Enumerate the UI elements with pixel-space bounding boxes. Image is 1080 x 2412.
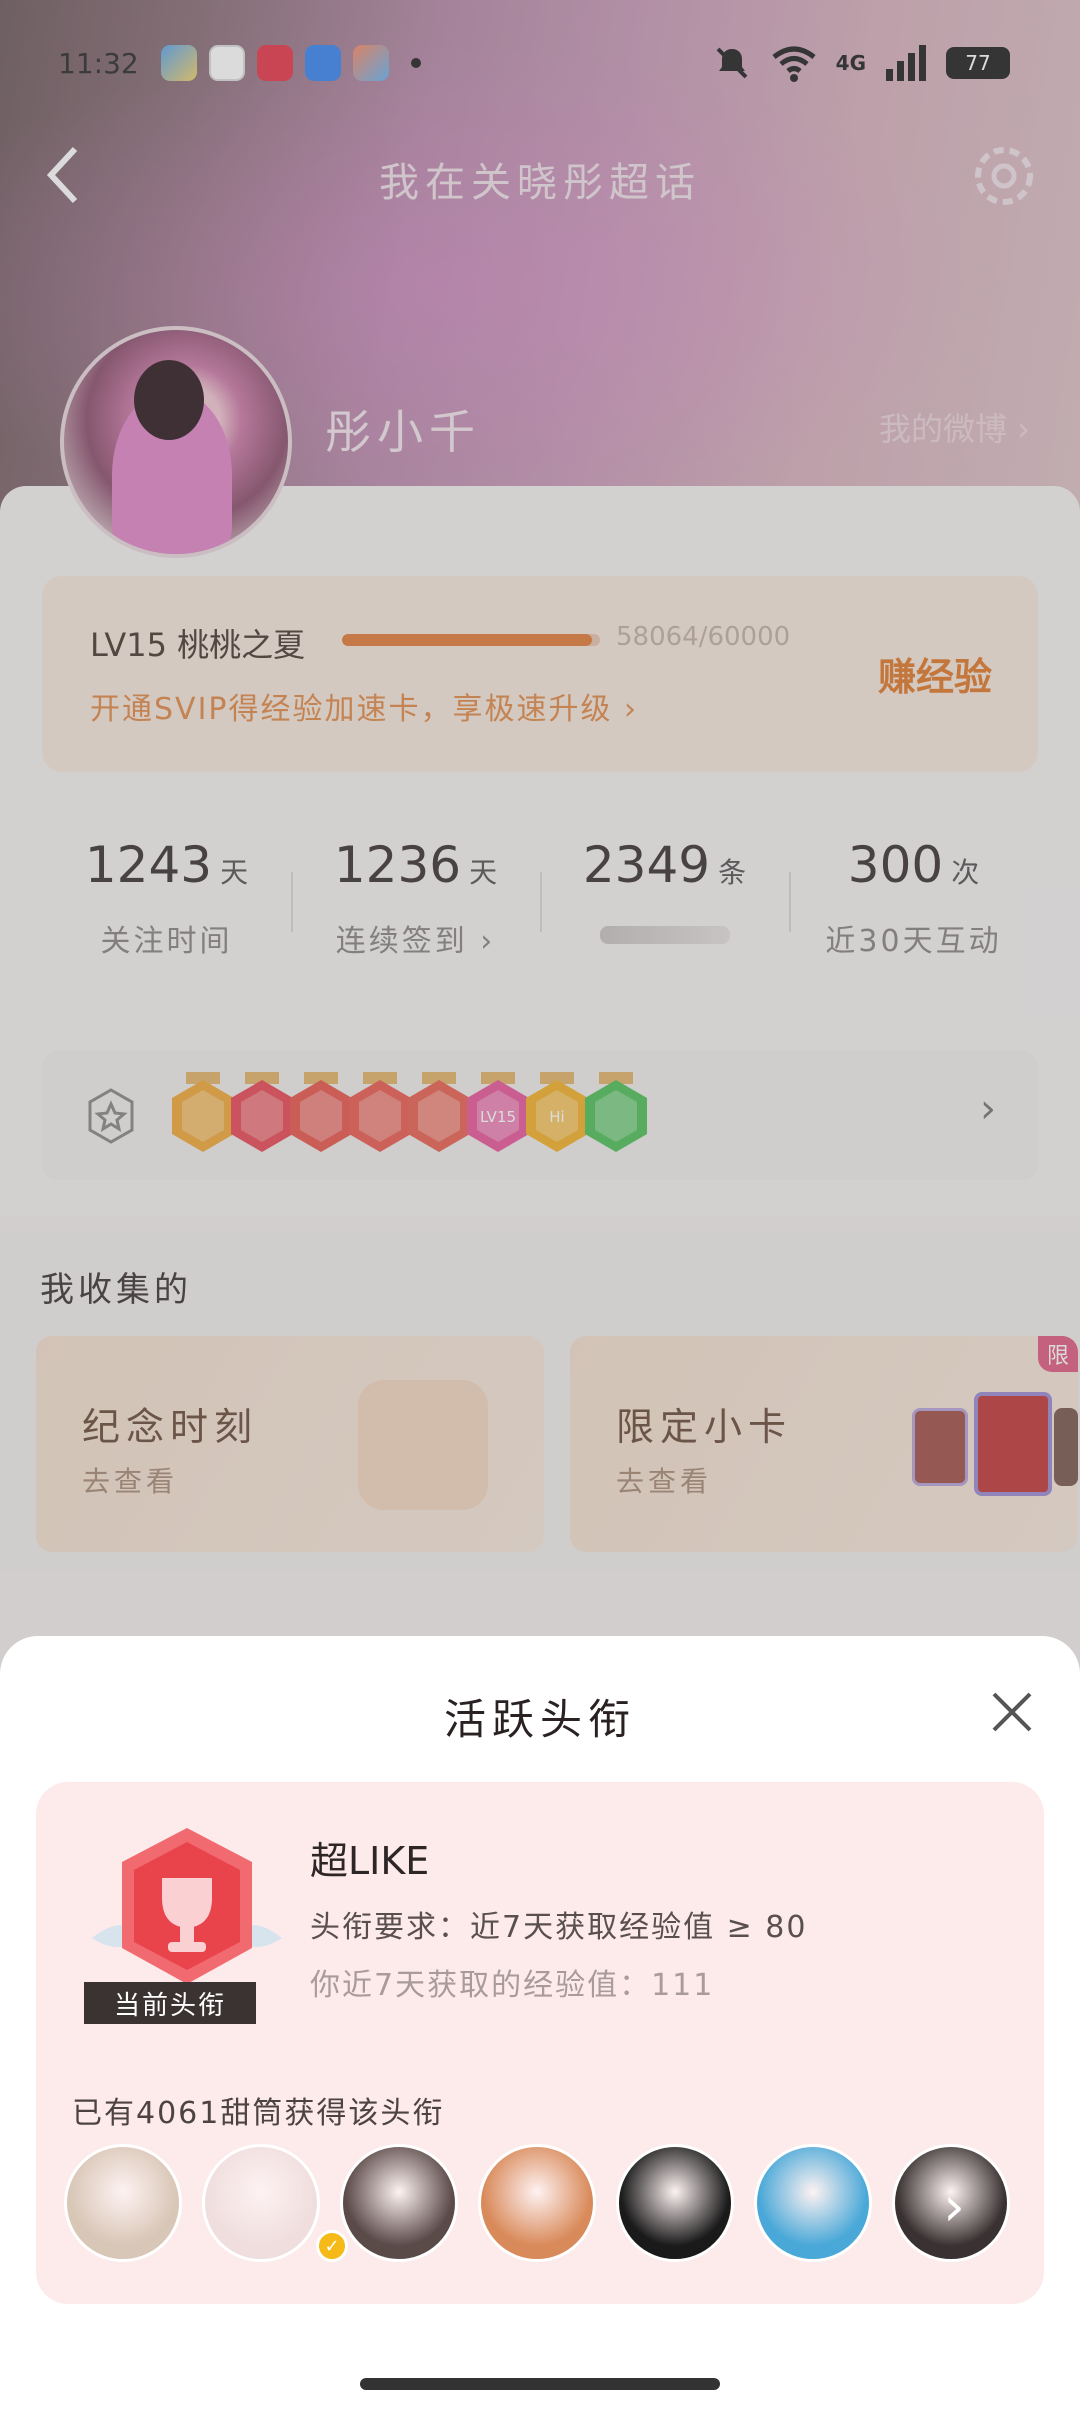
close-button[interactable] [982,1682,1042,1742]
owner-avatar[interactable] [478,2144,596,2262]
title-detail-card: 当前头衔 超LIKE 头衔要求：近7天获取经验值 ≥ 80 你近7天获取的经验值… [36,1782,1044,2304]
owners-avatar-list: › ✓ [64,2144,1024,2268]
owners-count-text: 已有4061甜筒获得该头衔 [72,2096,445,2131]
owner-avatar[interactable] [202,2144,320,2262]
current-title-tag: 当前头衔 [84,1982,256,2024]
close-icon [992,1692,1032,1732]
my-experience-value: 你近7天获取的经验值：111 [310,1968,715,2003]
chevron-right-icon[interactable]: › [895,2147,1007,2259]
sheet-title: 活跃头衔 [443,1695,636,1744]
home-indicator[interactable] [360,2378,720,2390]
title-name: 超LIKE [310,1839,430,1883]
owner-avatar[interactable] [340,2144,458,2262]
active-title-sheet: 活跃头衔 当前头衔 超LIKE 头衔要求：近7天获取经验值 ≥ 80 你近7天获… [0,1636,1080,2412]
verified-badge-icon: ✓ [316,2230,348,2262]
owner-avatar[interactable]: › [892,2144,1010,2262]
owner-avatar[interactable] [64,2144,182,2262]
owner-avatar[interactable] [616,2144,734,2262]
title-requirement: 头衔要求：近7天获取经验值 ≥ 80 [310,1910,808,1945]
owner-avatar[interactable] [754,2144,872,2262]
